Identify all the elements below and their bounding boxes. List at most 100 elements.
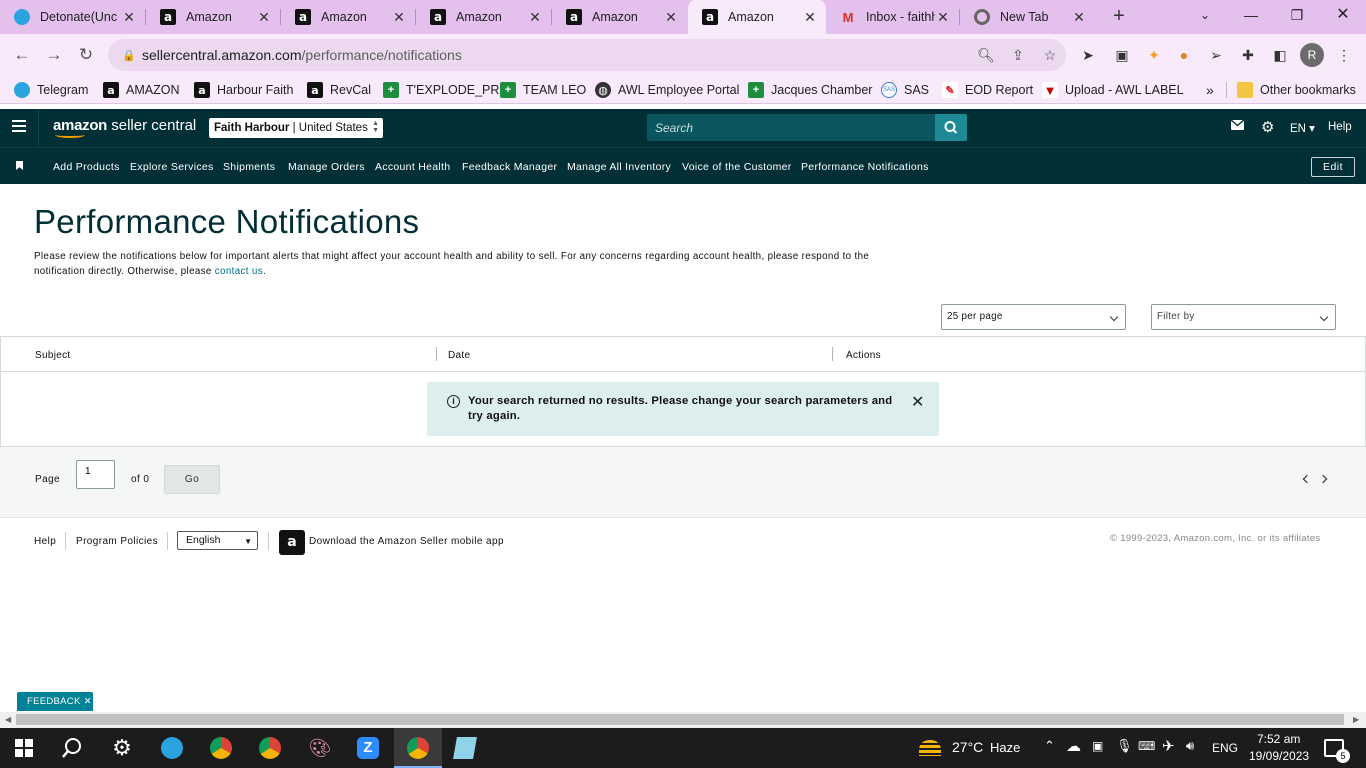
restore-button[interactable]: ❐ [1274,0,1320,30]
program-policies-link[interactable]: Program Policies [76,536,158,547]
back-button[interactable]: ← [11,44,33,66]
bookmark-item[interactable]: a Harbour Faith [194,81,293,99]
reload-button[interactable]: ↻ [75,44,97,66]
close-window-button[interactable]: ✕ [1320,0,1366,30]
nav-explore-services[interactable]: Explore Services [130,161,214,173]
volume-icon[interactable]: 🔊︎ [1186,738,1194,754]
next-page-icon[interactable] [1318,474,1328,484]
extension-off-icon[interactable]: ▣ [1112,46,1132,64]
close-tab-icon[interactable]: ✕ [1071,9,1087,26]
bookmark-icon[interactable] [16,161,23,170]
settings-gear-icon[interactable]: ⚙ [110,735,134,760]
airplane-mode-icon[interactable]: ✈ [1162,737,1175,755]
weather-temperature[interactable]: 27°C [952,739,983,755]
zoom-app-icon[interactable]: Z [356,736,380,760]
nav-account-health[interactable]: Account Health [375,161,450,173]
browser-tab[interactable]: a Amazon ✕ [146,0,280,34]
language-selector[interactable]: EN ▾ [1290,121,1315,135]
close-tab-icon[interactable]: ✕ [391,9,407,26]
mail-icon[interactable] [1230,119,1245,134]
keyboard-language[interactable]: ENG [1212,741,1238,755]
nav-manage-orders[interactable]: Manage Orders [288,161,365,173]
url-text[interactable]: sellercentral.amazon.com/performance/not… [142,47,970,63]
search-input[interactable] [647,114,935,141]
column-subject[interactable]: Subject [35,350,70,361]
clock-date[interactable]: 19/09/2023 [1249,749,1309,763]
close-tab-icon[interactable]: ✕ [256,9,272,26]
new-tab-button[interactable]: + [1108,5,1130,27]
browser-tab-active[interactable]: a Amazon ✕ [688,0,826,34]
extension-arrow-icon[interactable]: ➤ [1078,46,1098,64]
close-tab-icon[interactable]: ✕ [121,9,137,26]
nav-add-products[interactable]: Add Products [53,161,120,173]
share-icon[interactable]: ⇪ [1002,47,1034,64]
help-link[interactable]: Help [1328,121,1352,133]
per-page-select[interactable]: 25 per page [941,304,1126,330]
bookmark-item[interactable]: ✎ EOD Report [942,81,1033,99]
feedback-button[interactable]: FEEDBACK ✕ [17,692,93,711]
menu-kebab-icon[interactable]: ⋮ [1334,46,1354,64]
download-app-link[interactable]: Download the Amazon Seller mobile app [309,536,504,547]
bookmark-item[interactable]: SAS SAS [881,81,929,99]
minimize-button[interactable]: — [1228,0,1274,30]
horizontal-scrollbar[interactable]: ◀ ▶ [0,712,1366,728]
previous-page-icon[interactable] [1302,474,1312,484]
contact-us-link[interactable]: contact us [215,266,263,277]
amazon-app-icon[interactable]: a [279,530,305,555]
browser-tab[interactable]: a Amazon ✕ [552,0,687,34]
clock-time[interactable]: 7:52 am [1257,732,1300,746]
close-icon[interactable]: ✕ [911,392,924,412]
scroll-left-icon[interactable]: ◀ [5,715,11,724]
close-tab-icon[interactable]: ✕ [802,9,818,26]
chrome-icon[interactable] [209,736,233,760]
nav-performance-notifications[interactable]: Performance Notifications [801,161,929,173]
weather-description[interactable]: Haze [990,740,1020,755]
side-panel-icon[interactable]: ◧ [1270,46,1290,64]
nav-manage-all-inventory[interactable]: Manage All Inventory [567,161,671,173]
close-tab-icon[interactable]: ✕ [935,9,951,26]
windows-start-icon[interactable] [12,736,36,760]
chrome-icon[interactable] [258,736,282,760]
browser-tab[interactable]: Detonate(Unc ✕ [0,0,145,34]
filter-select[interactable]: Filter by [1151,304,1336,330]
tab-search-icon[interactable]: ⌄ [1182,0,1228,30]
bookmark-item[interactable]: ▼ Upload - AWL LABEL [1042,81,1184,99]
footer-help-link[interactable]: Help [34,536,56,547]
bookmark-item[interactable]: a RevCal [307,81,371,99]
close-icon[interactable]: ✕ [84,696,92,707]
nav-voice-of-the-customer[interactable]: Voice of the Customer [682,161,792,173]
paint-app-icon[interactable]: 🎨︎ [308,736,332,760]
input-method-icon[interactable]: ⌨ [1138,739,1155,753]
footer-language-select[interactable]: English ▼ [177,531,258,550]
bookmark-item[interactable]: Telegram [14,81,88,99]
bookmark-item[interactable]: + TEAM LEO [500,81,586,99]
column-date[interactable]: Date [448,350,470,361]
bookmark-star-icon[interactable]: ☆ [1034,47,1066,64]
scroll-right-icon[interactable]: ▶ [1353,715,1359,724]
nav-shipments[interactable]: Shipments [223,161,275,173]
bookmark-item[interactable]: ◍ AWL Employee Portal [595,81,739,99]
forward-button[interactable]: → [43,44,65,66]
notification-center-icon[interactable]: 5 [1322,736,1350,763]
address-bar[interactable]: 🔒 sellercentral.amazon.com/performance/n… [108,39,1066,71]
bookmark-item[interactable]: + Jacques Chamber [748,81,872,99]
show-hidden-icons-icon[interactable]: ⌃ [1044,738,1055,754]
hamburger-menu-icon[interactable] [12,120,26,134]
extensions-puzzle-icon[interactable]: ✚ [1238,46,1258,64]
close-tab-icon[interactable]: ✕ [663,9,679,26]
bookmark-item[interactable]: + T'EXPLODE_PR [383,81,499,99]
profile-avatar[interactable]: R [1300,43,1324,67]
zoom-icon[interactable]: 🔍︎ [970,47,1002,64]
weather-haze-icon[interactable] [918,736,942,760]
browser-tab[interactable]: New Tab ✕ [960,0,1095,34]
notepad-icon[interactable] [453,736,477,760]
nav-feedback-manager[interactable]: Feedback Manager [462,161,557,173]
edit-nav-button[interactable]: Edit [1311,157,1355,177]
onedrive-cloud-icon[interactable]: ☁ [1066,737,1081,755]
browser-tab[interactable]: M Inbox - faithh ✕ [826,0,959,34]
extension-boost-icon[interactable]: ✦ [1144,46,1164,64]
extension-send-icon[interactable]: ➢ [1206,46,1226,64]
other-bookmarks[interactable]: Other bookmarks [1237,81,1356,99]
telegram-icon[interactable] [160,736,184,760]
search-icon[interactable] [60,736,84,760]
